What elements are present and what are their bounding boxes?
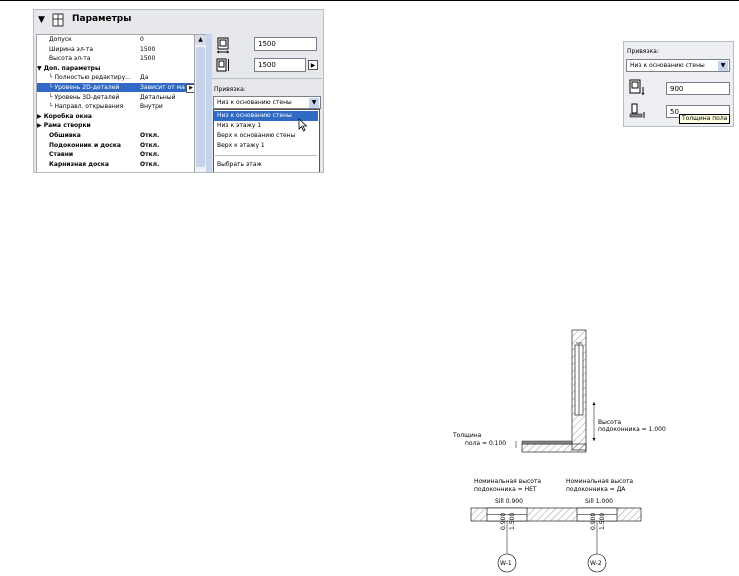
- menu-item[interactable]: Верх к основанию стены: [214, 131, 318, 141]
- list-item[interactable]: └ Уровень 2D-деталей Зависит от ма ▶: [37, 83, 197, 93]
- list-item[interactable]: └ Уровень 3D-деталей Детальный: [37, 93, 197, 102]
- tag-2-label: W-2: [590, 560, 602, 567]
- anchor-dropdown[interactable]: Низ к основанию стены ▼: [213, 96, 321, 109]
- parameter-value: Да: [140, 74, 149, 82]
- list-item[interactable]: Подоконник и доска Откл.: [37, 141, 197, 150]
- menu-separator: [215, 155, 317, 156]
- parameters-list[interactable]: Допуск 0 Ширина эл-та 1500 Высота эл-та 1500 ▼…: [36, 34, 198, 172]
- parameter-value: Откл.: [140, 132, 160, 139]
- anchor-label-small: Привязка:: [627, 48, 659, 55]
- parameter-name: Ставни: [49, 151, 74, 159]
- list-item[interactable]: Ширина эл-та 1500: [37, 45, 197, 54]
- parameters-panel: ▼ Параметры Допуск 0 Ширина эл-та 1500 Высот…: [33, 9, 324, 173]
- nominal-no-1: Номинальная высота: [474, 478, 542, 485]
- chevron-down-icon[interactable]: ▼: [718, 61, 728, 71]
- sill-height-icon: [629, 79, 645, 95]
- floor-slab: [521, 443, 587, 453]
- floor-finish: [521, 440, 573, 445]
- parameter-value: Откл.: [140, 141, 160, 149]
- parameter-name: Карнизная доска: [49, 160, 109, 168]
- parameter-name: └ Уровень 2D-деталей: [49, 84, 120, 91]
- cursor-icon: [298, 118, 308, 132]
- tag-1-label: W-1: [500, 560, 512, 567]
- sill-height-label-1: Высота: [598, 419, 621, 426]
- parameter-value: Откл.: [140, 151, 160, 159]
- width-icon: [217, 37, 229, 54]
- divider-strip: [206, 34, 212, 172]
- parameter-value: 0: [140, 36, 144, 43]
- list-item[interactable]: ▶ Коробка окна: [37, 112, 197, 121]
- width-field[interactable]: 1500: [254, 37, 317, 51]
- parameter-name: ▶ Рама створки: [37, 122, 91, 130]
- dim-1a: 0.900: [500, 512, 507, 530]
- menu-item[interactable]: Верх к этажу 1: [214, 141, 318, 151]
- parameter-value: 1500: [140, 55, 156, 63]
- floor-thickness-icon: [629, 103, 645, 118]
- anchor-selected: Низ к основанию стены: [217, 99, 292, 106]
- floor-label-1: Толщина: [453, 432, 482, 439]
- anchor-selected-small: Низ к основанию стены: [630, 62, 705, 69]
- sill-height-label-2: подоконника = 1.000: [598, 426, 666, 433]
- list-item[interactable]: Высота эл-та 1500: [37, 54, 197, 63]
- section-drawing: [470, 329, 642, 573]
- parameter-name: Ширина эл-та: [49, 45, 93, 53]
- window-object-icon: [52, 13, 64, 27]
- dim-1b: 1.500: [509, 512, 516, 530]
- scroll-thumb[interactable]: [196, 47, 205, 167]
- anchor-label: Привязка:: [214, 86, 246, 93]
- parameter-name: ▼ Доп. параметры: [37, 64, 101, 72]
- panel-title: Параметры: [72, 14, 132, 24]
- anchor-panel: Привязка: Низ к основанию стены ▼ 900 50…: [623, 41, 734, 127]
- collapse-triangle-icon[interactable]: ▼: [38, 15, 45, 25]
- separator: [212, 78, 322, 79]
- parameter-value: Откл.: [140, 160, 160, 168]
- height-arrow-button[interactable]: ▶: [308, 60, 318, 70]
- parameter-name: └ Полностью редактиру...: [49, 74, 131, 82]
- anchor-dropdown-small[interactable]: Низ к основанию стены ▼: [626, 59, 730, 72]
- parameter-value: Детальный: [140, 93, 176, 101]
- parameter-name: Обшивка: [49, 132, 81, 139]
- parameter-value: Зависит от ма: [140, 84, 185, 91]
- list-item[interactable]: ▶ Рама створки: [37, 121, 197, 130]
- list-item[interactable]: └ Полностью редактиру... Да: [37, 73, 197, 82]
- menu-item[interactable]: Выбрать этаж: [214, 160, 318, 170]
- nominal-no-2: подоконника = НЕТ: [474, 486, 537, 493]
- list-item[interactable]: Обшивка Откл.: [37, 131, 197, 140]
- list-item[interactable]: └ Направл. открывания Внутри: [37, 102, 197, 111]
- list-item[interactable]: Карнизная доска Откл.: [37, 160, 197, 169]
- dim-2b: 1.500: [599, 512, 606, 530]
- parameter-name: Высота эл-та: [49, 55, 91, 63]
- top-rule: [0, 0, 739, 1]
- panel-header[interactable]: ▼ Параметры: [34, 10, 323, 32]
- scroll-up-icon[interactable]: ▲: [195, 35, 206, 45]
- parameter-name: Допуск: [49, 36, 72, 43]
- nominal-yes-2: подоконника = ДА: [566, 486, 626, 493]
- list-item[interactable]: ▼ Доп. параметры: [37, 64, 197, 73]
- chevron-down-icon[interactable]: ▼: [309, 98, 319, 108]
- sill-label-2: Sill 1.000: [585, 498, 613, 505]
- sill-label-1: Sill 0.900: [495, 498, 523, 505]
- parameter-name: ▶ Коробка окна: [37, 112, 92, 120]
- nominal-yes-1: Номинальная высота: [566, 478, 634, 485]
- height-icon: [216, 58, 229, 72]
- parameter-value: 1500: [140, 45, 156, 53]
- height-field[interactable]: 1500: [254, 58, 306, 72]
- parameter-name: └ Направл. открывания: [49, 103, 124, 111]
- floor-label-2: пола = 0.100: [465, 440, 507, 447]
- parameter-value: Внутри: [140, 103, 163, 111]
- parameter-name: └ Уровень 3D-деталей: [49, 93, 120, 101]
- sill-height-field[interactable]: 900: [666, 82, 730, 95]
- list-item[interactable]: Ставни Откл.: [37, 150, 197, 159]
- list-item[interactable]: Допуск 0: [37, 35, 197, 44]
- dim-2a: 0.900: [590, 512, 597, 530]
- parameter-name: Подоконник и доска: [49, 141, 121, 149]
- tooltip: Толщина пола: [679, 114, 731, 124]
